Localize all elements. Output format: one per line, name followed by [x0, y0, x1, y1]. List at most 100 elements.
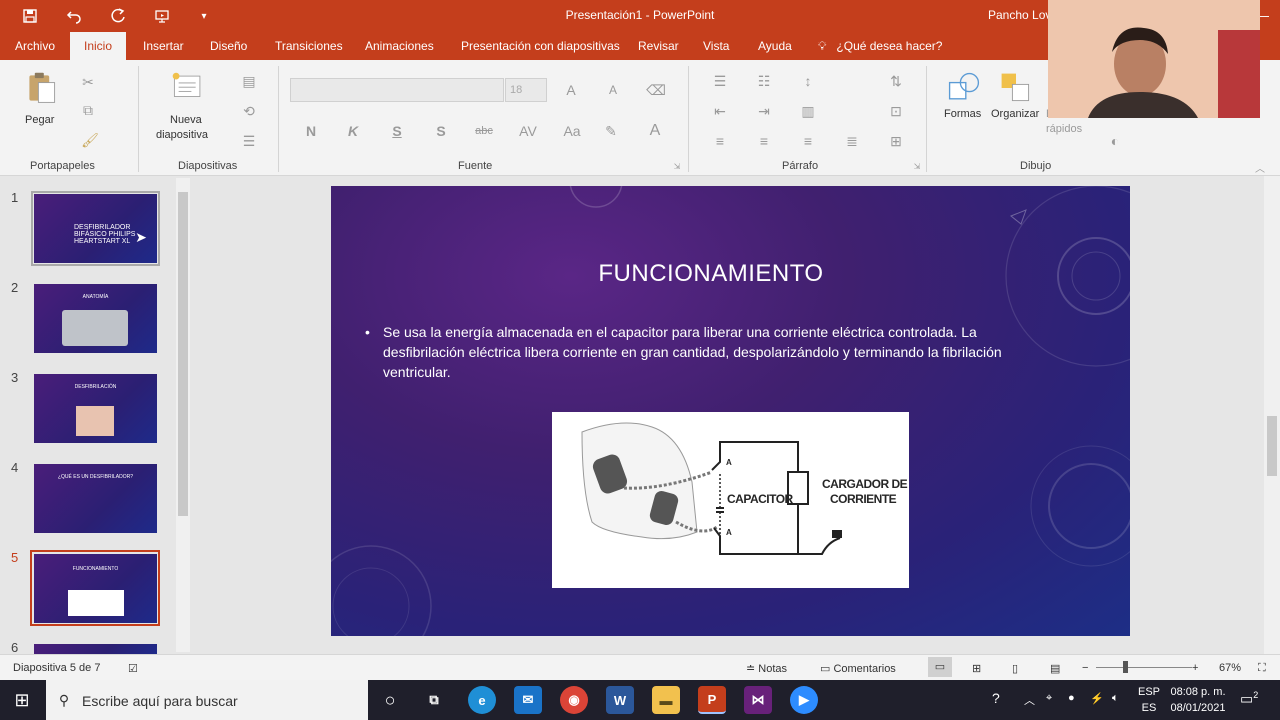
- clock[interactable]: 08:08 p. m. 08/01/2021: [1168, 686, 1228, 714]
- scrollbar-thumb[interactable]: [1267, 416, 1277, 476]
- tab-diseno[interactable]: Diseño: [210, 32, 247, 60]
- notes-button[interactable]: ≐ Notas: [746, 662, 787, 675]
- collapse-ribbon-icon[interactable]: ︿: [1252, 160, 1268, 175]
- arrange-label[interactable]: Organizar: [991, 108, 1039, 120]
- slide-body-text[interactable]: • Se usa la energía almacenada en el cap…: [365, 322, 1043, 382]
- normal-view-icon[interactable]: ▭: [928, 657, 952, 677]
- tray-chevron-icon[interactable]: ︿: [1024, 692, 1035, 708]
- shapes-icon[interactable]: [944, 68, 984, 108]
- redo-icon[interactable]: [108, 6, 128, 26]
- notifications-icon[interactable]: ▭2: [1240, 690, 1258, 708]
- language-indicator[interactable]: ESP ES: [1138, 686, 1160, 714]
- align-left-icon[interactable]: ≡: [708, 132, 732, 150]
- windows-start-icon[interactable]: ⊞: [12, 690, 32, 710]
- decrease-font-icon[interactable]: A: [604, 80, 622, 100]
- tab-inicio[interactable]: Inicio: [70, 32, 127, 60]
- highlight-icon[interactable]: ✎: [600, 120, 622, 142]
- customize-quick-access-icon[interactable]: ▾: [194, 6, 214, 26]
- taskbar-search[interactable]: ⚲ Escribe aquí para buscar: [46, 680, 368, 720]
- tell-me-box[interactable]: 💡︎ ¿Qué desea hacer?: [818, 32, 942, 60]
- word-icon[interactable]: W: [606, 686, 634, 714]
- increase-font-icon[interactable]: A: [562, 80, 580, 100]
- align-center-icon[interactable]: ≡: [752, 132, 776, 150]
- tab-insertar[interactable]: Insertar: [143, 32, 184, 60]
- scrollbar-thumb[interactable]: [178, 192, 188, 516]
- accessibility-icon[interactable]: ☑: [128, 662, 138, 675]
- tab-animaciones[interactable]: Animaciones: [365, 32, 434, 60]
- new-slide-label-line1[interactable]: Nueva: [170, 114, 202, 126]
- comments-button[interactable]: ▭ Comentarios: [820, 662, 896, 675]
- file-explorer-icon[interactable]: ▬: [652, 686, 680, 714]
- cortana-icon[interactable]: ○: [376, 686, 404, 714]
- slide-thumbnail-2[interactable]: ANATOMÍA: [34, 284, 157, 353]
- zoom-app-icon[interactable]: ▶: [790, 686, 818, 714]
- chrome-icon[interactable]: ◉: [560, 686, 588, 714]
- cut-icon[interactable]: ✂: [78, 72, 98, 92]
- defibrillator-diagram[interactable]: CAPACITOR CARGADOR DE CORRIENTE A A: [552, 412, 909, 588]
- zoom-slider[interactable]: [1096, 667, 1192, 668]
- line-spacing-icon[interactable]: ↕: [796, 72, 820, 90]
- slide-thumbnail-3[interactable]: DESFIBRILACIÓN: [34, 374, 157, 443]
- smartart-icon[interactable]: ⊞: [884, 132, 908, 150]
- tab-revisar[interactable]: Revisar: [638, 32, 679, 60]
- dialog-launcher-icon[interactable]: ⇲: [912, 160, 922, 172]
- strikethrough-icon[interactable]: abc: [472, 120, 496, 142]
- clear-formatting-icon[interactable]: ⌫: [646, 80, 666, 100]
- underline-icon[interactable]: S: [388, 120, 406, 142]
- slide-sorter-icon[interactable]: ⊞: [972, 662, 981, 675]
- columns-icon[interactable]: ▥: [796, 102, 820, 120]
- tab-archivo[interactable]: Archivo: [15, 32, 55, 60]
- align-text-icon[interactable]: ⊡: [884, 102, 908, 120]
- format-painter-icon[interactable]: 🖌︎: [80, 130, 100, 150]
- decrease-indent-icon[interactable]: ⇤: [708, 102, 732, 120]
- zoom-in-icon[interactable]: +: [1192, 662, 1198, 674]
- new-slide-label-line2[interactable]: diapositiva: [156, 129, 208, 141]
- slide-thumbnail-6[interactable]: [34, 644, 157, 654]
- powerpoint-icon[interactable]: P: [698, 686, 726, 714]
- quick-styles-label-line2[interactable]: rápidos: [1046, 123, 1082, 135]
- save-icon[interactable]: [20, 6, 40, 26]
- network-icon[interactable]: ⌖: [1046, 692, 1052, 705]
- reset-icon[interactable]: ⟲: [236, 102, 262, 120]
- bullets-icon[interactable]: ☰: [708, 72, 732, 90]
- edge-icon[interactable]: e: [468, 686, 496, 714]
- italic-icon[interactable]: K: [344, 120, 362, 142]
- zoom-out-icon[interactable]: −: [1082, 662, 1088, 674]
- dialog-launcher-icon[interactable]: ⇲: [672, 160, 682, 172]
- shape-effects-icon[interactable]: ◐: [1104, 132, 1126, 150]
- power-icon[interactable]: ⚡: [1090, 692, 1104, 705]
- fit-to-window-icon[interactable]: ⛶: [1258, 662, 1266, 675]
- paste-label[interactable]: Pegar: [25, 114, 54, 126]
- font-color-icon[interactable]: A: [644, 120, 666, 142]
- section-icon[interactable]: ☰: [236, 132, 262, 150]
- reading-view-icon[interactable]: ▯: [1012, 662, 1018, 675]
- justify-icon[interactable]: ≣: [840, 132, 864, 150]
- increase-indent-icon[interactable]: ⇥: [752, 102, 776, 120]
- text-shadow-icon[interactable]: S: [432, 120, 450, 142]
- arrange-icon[interactable]: [996, 68, 1036, 108]
- volume-icon[interactable]: 🔈︎: [1112, 692, 1119, 705]
- slideshow-icon[interactable]: ▤: [1050, 662, 1060, 675]
- undo-icon[interactable]: [64, 6, 84, 26]
- task-view-icon[interactable]: ⧉: [420, 686, 448, 714]
- slide-thumbnail-4[interactable]: ¿QUÉ ES UN DESFIBRILADOR?: [34, 464, 157, 533]
- slide-title[interactable]: FUNCIONAMIENTO: [331, 260, 1091, 288]
- font-size-combobox[interactable]: 18: [505, 78, 547, 102]
- tab-transiciones[interactable]: Transiciones: [275, 32, 343, 60]
- tab-presentacion[interactable]: Presentación con diapositivas: [461, 32, 620, 60]
- change-case-icon[interactable]: Aa: [560, 120, 584, 142]
- tab-vista[interactable]: Vista: [703, 32, 729, 60]
- mail-icon[interactable]: ✉: [514, 686, 542, 714]
- thumbnails-scrollbar[interactable]: [176, 178, 190, 652]
- slide-thumbnail-5[interactable]: FUNCIONAMIENTO: [34, 554, 157, 623]
- shapes-label[interactable]: Formas: [944, 108, 981, 120]
- layout-icon[interactable]: ▤: [236, 72, 262, 90]
- copy-icon[interactable]: ⧉: [78, 100, 98, 120]
- start-from-beginning-icon[interactable]: [152, 6, 172, 26]
- tab-ayuda[interactable]: Ayuda: [758, 32, 792, 60]
- zoom-level[interactable]: 67%: [1219, 662, 1241, 674]
- text-direction-icon[interactable]: ⇅: [884, 72, 908, 90]
- zoom-slider-thumb[interactable]: [1123, 661, 1128, 673]
- font-name-combobox[interactable]: [290, 78, 504, 102]
- align-right-icon[interactable]: ≡: [796, 132, 820, 150]
